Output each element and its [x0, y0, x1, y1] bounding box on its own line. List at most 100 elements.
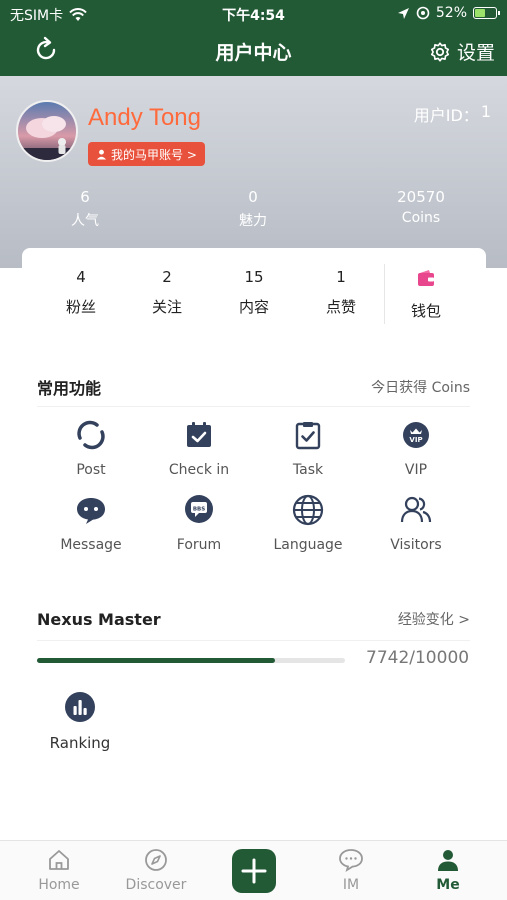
stat-label: 魅力: [239, 213, 267, 229]
user-id: 用户ID： 1: [414, 102, 491, 126]
wallet-label: 钱包: [410, 302, 441, 320]
level-progress-bar: [37, 658, 345, 663]
tab-home[interactable]: Home: [14, 847, 104, 893]
level-progress-text: 7742/10000: [366, 648, 470, 668]
tab-label: Me: [436, 877, 460, 893]
battery-fill: [475, 9, 485, 17]
func-label: Task: [292, 462, 324, 478]
battery-icon: [473, 7, 500, 19]
level-header: Nexus Master 经验变化 >: [37, 609, 470, 629]
func-forum[interactable]: BBS Forum: [145, 493, 253, 553]
status-bar: 无SIM卡 下午4:54 52%: [0, 0, 507, 28]
battery-percent: 52%: [435, 5, 467, 21]
top-bar: 无SIM卡 下午4:54 52% 用户中心 设置: [0, 0, 507, 76]
functions-header: 常用功能 今日获得 Coins: [37, 375, 470, 399]
stats-card: 4 粉丝 2 关注 15 内容 1 点赞 钱包: [22, 248, 486, 330]
tab-label: Discover: [125, 877, 187, 893]
wallet-icon: [418, 270, 434, 286]
level-progress-fill: [37, 658, 276, 663]
globe-icon: [291, 493, 325, 527]
func-visitors[interactable]: Visitors: [362, 493, 470, 553]
visitors-icon: [399, 493, 433, 527]
func-label: Forum: [176, 537, 222, 553]
stat-charm[interactable]: 0 魅力: [193, 188, 313, 230]
settings-button[interactable]: 设置: [429, 38, 495, 65]
post-icon: [74, 418, 108, 452]
today-coins-link[interactable]: 今日获得 Coins: [371, 377, 470, 397]
divider: [37, 406, 470, 407]
stat-coins[interactable]: 20570 Coins: [361, 188, 481, 226]
orientation-lock-icon: [416, 6, 430, 20]
bottom-tab-bar: Home Discover IM Me: [0, 840, 507, 900]
tab-discover[interactable]: Discover: [111, 847, 201, 893]
avatar[interactable]: [16, 100, 78, 162]
stat-label: 点赞: [325, 298, 356, 316]
forum-icon: BBS: [182, 493, 216, 527]
stat-content[interactable]: 15 内容: [214, 268, 294, 317]
tab-label: IM: [342, 877, 360, 893]
func-label: Ranking: [49, 734, 111, 752]
profile-header: Andy Tong 我的马甲账号 > 用户ID： 1 6 人气 0 魅力 205…: [0, 76, 507, 268]
func-check-in[interactable]: Check in: [145, 418, 253, 478]
stat-label: 人气: [71, 213, 99, 229]
func-label: Language: [273, 537, 343, 553]
location-icon: [397, 7, 409, 19]
svg-text:VIP: VIP: [409, 436, 422, 444]
func-label: Check in: [168, 462, 230, 478]
stat-value: 15: [244, 268, 264, 286]
alt-account-button[interactable]: 我的马甲账号 >: [88, 142, 205, 166]
stat-following[interactable]: 2 关注: [127, 268, 207, 317]
func-message[interactable]: Message: [37, 493, 145, 553]
stat-value: 6: [80, 188, 90, 206]
gear-icon: [430, 41, 450, 62]
chat-icon: [306, 847, 396, 873]
stat-label: 内容: [238, 298, 269, 316]
stat-label: Coins: [401, 210, 441, 226]
stat-fans[interactable]: 4 粉丝: [41, 268, 121, 317]
nav-bar: 用户中心 设置: [0, 28, 507, 76]
stat-value: 20570: [397, 188, 445, 206]
clipboard-check-icon: [291, 418, 325, 452]
func-label: Post: [76, 462, 106, 478]
level-title: Nexus Master: [37, 609, 161, 629]
add-post-button[interactable]: [232, 849, 276, 893]
stat-label: 粉丝: [65, 298, 96, 316]
vip-icon: VIP: [399, 418, 433, 452]
functions-title: 常用功能: [37, 379, 102, 398]
func-ranking[interactable]: Ranking: [26, 690, 134, 752]
calendar-check-icon: [182, 418, 216, 452]
plus-icon: [241, 858, 267, 884]
card-divider: [384, 264, 385, 324]
svg-text:BBS: BBS: [193, 507, 205, 513]
stat-value: 0: [248, 188, 258, 206]
stat-value: 1: [336, 268, 346, 286]
func-label: VIP: [404, 462, 428, 478]
func-label: Message: [60, 537, 122, 553]
stat-value: 2: [162, 268, 172, 286]
user-id-label: 用户ID：: [413, 106, 479, 125]
tab-im[interactable]: IM: [306, 847, 396, 893]
tab-me[interactable]: Me: [403, 847, 493, 893]
func-post[interactable]: Post: [37, 418, 145, 478]
func-vip[interactable]: VIP VIP: [362, 418, 470, 478]
bar-chart-icon: [63, 690, 97, 724]
message-icon: [74, 493, 108, 527]
func-label: Visitors: [390, 537, 442, 553]
func-language[interactable]: Language: [254, 493, 362, 553]
tab-label: Home: [38, 877, 80, 893]
divider: [37, 640, 470, 641]
user-icon: [97, 149, 106, 159]
home-icon: [14, 847, 104, 873]
func-task[interactable]: Task: [254, 418, 362, 478]
compass-icon: [111, 847, 201, 873]
wallet-button[interactable]: 钱包: [394, 268, 458, 321]
stat-likes[interactable]: 1 点赞: [301, 268, 381, 317]
exp-change-link[interactable]: 经验变化 >: [398, 609, 470, 629]
settings-label: 设置: [456, 42, 495, 64]
stat-label: 关注: [151, 298, 182, 316]
username: Andy Tong: [88, 104, 201, 131]
person-icon: [403, 847, 493, 873]
user-id-value: 1: [480, 102, 491, 121]
stat-value: 4: [76, 268, 86, 286]
stat-popularity[interactable]: 6 人气: [25, 188, 145, 230]
